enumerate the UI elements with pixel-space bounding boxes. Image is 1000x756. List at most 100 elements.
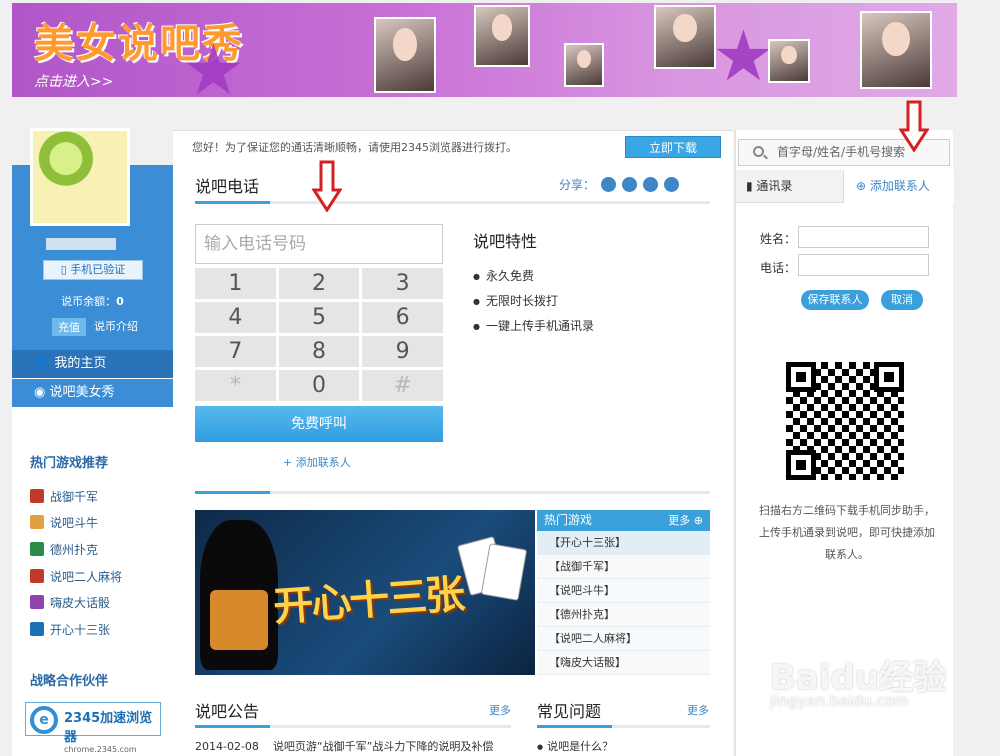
partner-logo-2345[interactable]: e 2345加速浏览器 chrome.2345.com bbox=[25, 702, 161, 754]
features-box: 说吧特性 永久免费 无限时长拨打 一键上传手机通讯录 bbox=[473, 228, 594, 339]
left-sidebar: 热门游戏推荐 战略合作伙伴 bbox=[12, 165, 173, 756]
key-2[interactable]: 2 bbox=[278, 268, 360, 299]
key-star[interactable]: * bbox=[195, 370, 276, 401]
share-pengyou-icon[interactable] bbox=[622, 177, 638, 192]
share-qzone-icon[interactable] bbox=[601, 177, 617, 192]
main-panel: 您好！为了保证您的通话清晰顺畅，请使用2345浏览器进行拨打。 立即下载 说吧电… bbox=[173, 130, 733, 756]
sidebar-game-item[interactable]: 开心十三张 bbox=[30, 621, 110, 638]
tab-contacts[interactable]: ▮ 通讯录 bbox=[736, 170, 844, 203]
announcement-title: 说吧公告 bbox=[195, 702, 260, 721]
game-label: 开心十三张 bbox=[50, 623, 111, 637]
qr-code bbox=[786, 362, 904, 480]
announcement-item[interactable]: 2014-02-08 说吧页游“战御千军”战斗力下降的说明及补偿 bbox=[195, 738, 493, 754]
balance-value: 0 bbox=[116, 295, 124, 308]
save-contact-button[interactable]: 保存联系人 bbox=[801, 290, 869, 310]
circle-icon: ◉ bbox=[34, 385, 50, 400]
key-3[interactable]: 3 bbox=[362, 268, 443, 299]
cancel-button[interactable]: 取消 bbox=[881, 290, 923, 310]
game-promo-banner[interactable]: 开心十三张 bbox=[195, 510, 535, 675]
dial-keypad: 1 2 3 4 5 6 7 8 9 * 0 # bbox=[195, 268, 443, 401]
tab-add-contact[interactable]: ⊕ 添加联系人 bbox=[844, 170, 954, 203]
add-contact-form: 姓名： 电话： bbox=[760, 226, 929, 286]
e-logo-icon: e bbox=[30, 706, 58, 734]
game-label: 说吧二人麻将 bbox=[50, 570, 123, 584]
sidebar-game-item[interactable]: 德州扑克 bbox=[30, 541, 98, 558]
game-icon bbox=[30, 489, 44, 503]
watermark-url: jingyan.baidu.com bbox=[770, 692, 909, 710]
recharge-button[interactable]: 充值 bbox=[52, 318, 86, 336]
promo-banner[interactable]: 美女说吧秀 点击进入>> ★ ★ bbox=[12, 3, 957, 97]
name-row: 姓名： bbox=[760, 226, 929, 256]
name-input[interactable] bbox=[798, 226, 929, 248]
red-arrow-icon bbox=[312, 160, 342, 212]
key-1[interactable]: 1 bbox=[195, 268, 276, 299]
hot-games-more-link[interactable]: 更多 ⊕ bbox=[668, 510, 703, 531]
features-title: 说吧特性 bbox=[473, 232, 538, 251]
playing-card-icon bbox=[480, 543, 528, 601]
key-9[interactable]: 9 bbox=[362, 336, 443, 367]
nav-beauty-show[interactable]: ◉ 说吧美女秀 bbox=[12, 379, 173, 407]
faq-title: 常见问题 bbox=[537, 702, 602, 721]
faq-more-link[interactable]: 更多 bbox=[687, 702, 709, 718]
promo-character bbox=[200, 520, 278, 670]
key-6[interactable]: 6 bbox=[362, 302, 443, 333]
sidebar-game-item[interactable]: 战御千军 bbox=[30, 488, 98, 505]
phone-verified-badge[interactable]: ▯ 手机已验证 bbox=[43, 260, 143, 280]
search-icon bbox=[753, 146, 764, 157]
feature-item: 一键上传手机通讯录 bbox=[473, 314, 594, 339]
faq-item[interactable]: 说吧是什么？ bbox=[537, 738, 613, 754]
username-redacted bbox=[46, 238, 116, 250]
sidebar-game-item[interactable]: 说吧斗牛 bbox=[30, 514, 98, 531]
game-label: 德州扑克 bbox=[50, 543, 99, 557]
phone-input[interactable] bbox=[798, 254, 929, 276]
banner-enter-link[interactable]: 点击进入>> bbox=[34, 71, 113, 91]
game-icon bbox=[30, 622, 44, 636]
download-button[interactable]: 立即下载 bbox=[625, 136, 721, 158]
currency-intro-link[interactable]: 说币介绍 bbox=[94, 318, 138, 334]
contact-tabs: ▮ 通讯录 ⊕ 添加联系人 bbox=[736, 170, 954, 203]
star-decoration: ★ bbox=[712, 15, 775, 97]
feature-item: 无限时长拨打 bbox=[473, 289, 594, 314]
banner-photo bbox=[654, 5, 716, 69]
banner-photo bbox=[860, 11, 932, 89]
free-call-button[interactable]: 免费呼叫 bbox=[195, 406, 443, 442]
sidebar-game-item[interactable]: 嗨皮大话骰 bbox=[30, 594, 110, 611]
hot-games-title: 热门游戏推荐 bbox=[30, 456, 109, 471]
qr-finder bbox=[786, 450, 816, 480]
share-label: 分享： bbox=[559, 178, 596, 192]
add-contact-link[interactable]: + 添加联系人 bbox=[283, 454, 351, 470]
hot-games-list: 热门游戏 更多 ⊕ 【开心十三张】 【战御千军】 【说吧斗牛】 【德州扑克】 【说… bbox=[537, 510, 710, 675]
key-4[interactable]: 4 bbox=[195, 302, 276, 333]
phone-number-input[interactable] bbox=[195, 224, 443, 264]
hot-game-item[interactable]: 【嗨皮大话骰】 bbox=[537, 651, 710, 675]
section-underline bbox=[537, 725, 710, 728]
announcement-text: 说吧页游“战御千军”战斗力下降的说明及补偿 bbox=[272, 740, 494, 753]
sidebar-game-item[interactable]: 说吧二人麻将 bbox=[30, 568, 122, 585]
announcement-more-link[interactable]: 更多 bbox=[489, 702, 511, 718]
hot-game-item[interactable]: 【说吧二人麻将】 bbox=[537, 627, 710, 651]
browser-notice: 您好！为了保证您的通话清晰顺畅，请使用2345浏览器进行拨打。 bbox=[192, 141, 517, 154]
game-icon bbox=[30, 515, 44, 529]
key-7[interactable]: 7 bbox=[195, 336, 276, 367]
partners-title: 战略合作伙伴 bbox=[30, 674, 109, 689]
hot-game-item[interactable]: 【战御千军】 bbox=[537, 555, 710, 579]
key-hash[interactable]: # bbox=[362, 370, 443, 401]
share-renren-icon[interactable] bbox=[664, 177, 680, 192]
section-underline bbox=[195, 491, 710, 494]
phone-row: 电话： bbox=[760, 254, 929, 285]
banner-photo bbox=[474, 5, 530, 67]
hot-game-item[interactable]: 【说吧斗牛】 bbox=[537, 579, 710, 603]
phone-label: 电话： bbox=[760, 261, 797, 275]
nav-my-home[interactable]: 👤 我的主页 bbox=[12, 350, 173, 378]
key-5[interactable]: 5 bbox=[278, 302, 360, 333]
avatar[interactable] bbox=[30, 128, 130, 226]
hot-game-item[interactable]: 【德州扑克】 bbox=[537, 603, 710, 627]
key-8[interactable]: 8 bbox=[278, 336, 360, 367]
qr-instructions: 扫描右方二维码下载手机同步助手，上传手机通录到说吧，即可快捷添加联系人。 bbox=[759, 504, 935, 561]
name-label: 姓名： bbox=[760, 232, 797, 246]
search-placeholder: 首字母/姓名/手机号搜索 bbox=[777, 145, 906, 159]
share-weibo-icon[interactable] bbox=[643, 177, 659, 192]
hot-game-item[interactable]: 【开心十三张】 bbox=[537, 531, 710, 555]
key-0[interactable]: 0 bbox=[278, 370, 360, 401]
banner-photo bbox=[374, 17, 436, 93]
